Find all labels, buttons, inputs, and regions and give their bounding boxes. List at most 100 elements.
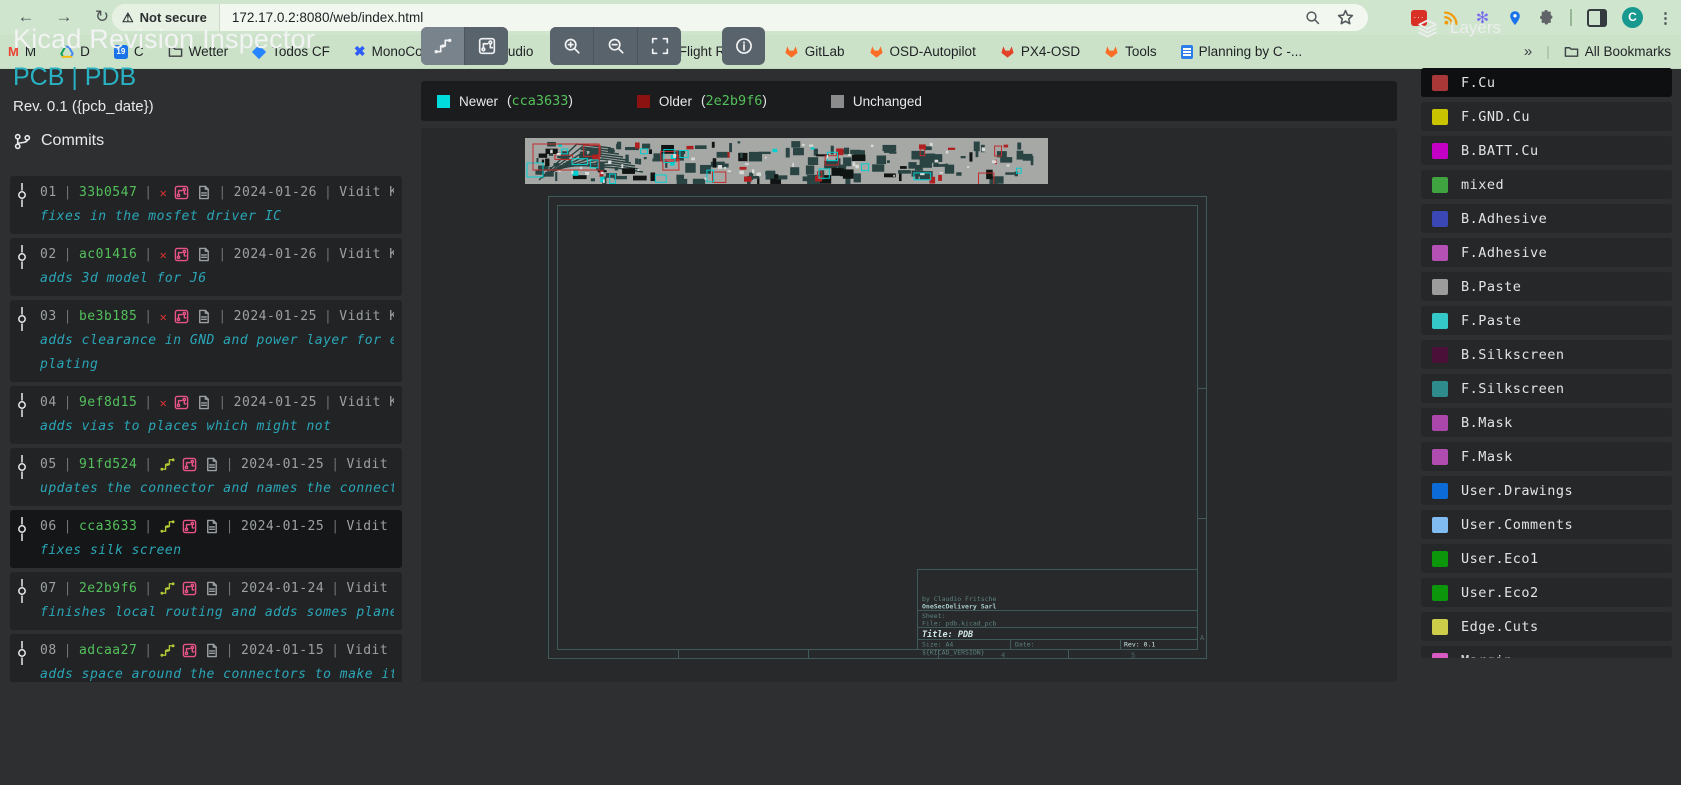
layer-row[interactable]: Edge.Cuts (1421, 612, 1672, 641)
layer-row[interactable]: Margin (1421, 646, 1672, 658)
pcb-icon[interactable] (182, 519, 197, 534)
all-bookmarks-label: All Bookmarks (1585, 44, 1671, 59)
commit-hash[interactable]: be3b185 (79, 309, 137, 324)
zoom-out-button[interactable] (593, 27, 637, 65)
commit-number: 08 (40, 643, 57, 658)
commit-card[interactable]: 06|cca3633||2024-01-25|Vidit Katfixes si… (10, 510, 402, 568)
bookmarks-overflow-chevron[interactable]: » (1524, 43, 1532, 60)
commit-date: 2024-01-25 (234, 309, 317, 324)
layers-list[interactable]: F.Cu F.GND.Cu B.BATT.Cu mixed B.Adhesive F.Ad… (1421, 68, 1672, 658)
commit-node-icon (17, 517, 27, 541)
commit-hash[interactable]: ac01416 (79, 247, 137, 262)
doc-icon[interactable] (196, 185, 211, 200)
info-button[interactable] (722, 27, 765, 65)
legend-hash: cca3633 (512, 93, 569, 109)
bookmark-item[interactable]: GitLab (784, 44, 845, 59)
layer-label: F.Silkscreen (1461, 381, 1565, 397)
extensions-puzzle-icon[interactable] (1538, 9, 1555, 26)
all-bookmarks-button[interactable]: All Bookmarks (1564, 44, 1671, 59)
doc-icon[interactable] (204, 519, 219, 534)
nav-link-pdb[interactable]: PDB (85, 63, 136, 91)
layer-row[interactable]: F.GND.Cu (1421, 102, 1672, 131)
commit-hash[interactable]: adcaa27 (79, 643, 137, 658)
doc-icon[interactable] (204, 581, 219, 596)
url-text[interactable]: 172.17.0.2:8080/web/index.html (232, 10, 1305, 25)
bookmark-item[interactable]: OSD-Autopilot (869, 44, 976, 59)
doc-icon[interactable] (196, 247, 211, 262)
doc-icon[interactable] (204, 643, 219, 658)
pcb-icon[interactable] (182, 457, 197, 472)
pcb-button[interactable] (464, 27, 508, 65)
commit-hash[interactable]: 91fd524 (79, 457, 137, 472)
zoom-in-button[interactable] (550, 27, 593, 65)
layer-row[interactable]: F.Paste (1421, 306, 1672, 335)
pcb-icon[interactable] (174, 247, 189, 262)
layer-row[interactable]: B.Silkscreen (1421, 340, 1672, 369)
diff-button[interactable] (421, 27, 464, 65)
fit-view-button[interactable] (637, 27, 681, 65)
bookmark-item[interactable]: Planning by C -... (1181, 44, 1303, 59)
commit-message: fixes silk screen (40, 543, 394, 558)
commit-card[interactable]: 05|91fd524||2024-01-25|Vidit Katupdates … (10, 448, 402, 506)
layer-row[interactable]: mixed (1421, 170, 1672, 199)
layer-color-swatch (1432, 75, 1448, 91)
commit-hash[interactable]: cca3633 (79, 519, 137, 534)
pcb-canvas[interactable]: by Claudio Fritsche OneSecDelivery Sarl … (421, 128, 1397, 682)
commit-card[interactable]: 01|33b0547|✕|2024-01-26|Vidit Katfixes i… (10, 176, 402, 234)
pcb-icon[interactable] (182, 581, 197, 596)
layer-row[interactable]: User.Eco1 (1421, 544, 1672, 573)
layer-row[interactable]: User.Comments (1421, 510, 1672, 539)
profile-avatar[interactable]: C (1622, 7, 1643, 28)
browser-menu-icon[interactable]: ⋮ (1658, 9, 1673, 27)
commit-message: plating (40, 357, 394, 372)
layer-row[interactable]: B.Paste (1421, 272, 1672, 301)
gitlab-icon (784, 44, 799, 59)
legend-swatch (831, 95, 844, 108)
diff-legend: Newer(cca3633)Older(2e2b9f6)Unchanged (421, 81, 1397, 121)
side-panel-icon[interactable] (1587, 9, 1607, 27)
commit-message: adds space around the connectors to make… (40, 667, 394, 682)
commits-list[interactable]: 01|33b0547|✕|2024-01-26|Vidit Katfixes i… (10, 176, 402, 682)
layer-row[interactable]: B.BATT.Cu (1421, 136, 1672, 165)
commit-hash[interactable]: 33b0547 (79, 185, 137, 200)
doc-icon[interactable] (196, 395, 211, 410)
pcb-icon[interactable] (174, 309, 189, 324)
doc-icon[interactable] (204, 457, 219, 472)
zoom-page-icon[interactable] (1305, 10, 1321, 26)
layer-row[interactable]: F.Silkscreen (1421, 374, 1672, 403)
commit-card[interactable]: 02|ac01416|✕|2024-01-26|Vidit Katadds 3d… (10, 238, 402, 296)
separator: | (226, 581, 234, 596)
doc-icon[interactable] (196, 309, 211, 324)
layer-row[interactable]: User.Drawings (1421, 476, 1672, 505)
zoom-in-icon (563, 37, 581, 55)
commit-author: Vidit Kat (339, 185, 394, 200)
bookmark-item[interactable]: Tools (1104, 44, 1157, 59)
separator: | (64, 247, 72, 262)
layer-row[interactable]: B.Adhesive (1421, 204, 1672, 233)
removed-icon: ✕ (160, 186, 168, 200)
commit-card[interactable]: 07|2e2b9f6||2024-01-24|Vidit Katfinishes… (10, 572, 402, 630)
commit-hash[interactable]: 2e2b9f6 (79, 581, 137, 596)
layer-row[interactable]: F.Cu (1421, 68, 1672, 97)
bookmark-star-icon[interactable] (1337, 9, 1354, 26)
maps-pin-extension-icon[interactable] (1506, 9, 1523, 26)
commit-hash[interactable]: 9ef8d15 (79, 395, 137, 410)
sheet-version: ${KICAD_VERSION} (922, 649, 985, 657)
commit-number: 07 (40, 581, 57, 596)
layer-row[interactable]: F.Adhesive (1421, 238, 1672, 267)
layer-label: B.Mask (1461, 415, 1513, 431)
commit-node-icon (17, 245, 27, 269)
commit-card[interactable]: 04|9ef8d15|✕|2024-01-25|Vidit Katadds vi… (10, 386, 402, 444)
pcb-icon[interactable] (174, 185, 189, 200)
layer-label: B.Paste (1461, 279, 1521, 295)
commit-meta: 02|ac01416|✕|2024-01-26|Vidit Kat (40, 247, 394, 262)
pcb-icon[interactable] (182, 643, 197, 658)
layer-row[interactable]: User.Eco2 (1421, 578, 1672, 607)
layer-row[interactable]: F.Mask (1421, 442, 1672, 471)
layer-row[interactable]: B.Mask (1421, 408, 1672, 437)
commit-card[interactable]: 03|be3b185|✕|2024-01-25|Vidit Katadds cl… (10, 300, 402, 382)
bookmark-item[interactable]: PX4-OSD (1000, 44, 1080, 59)
nav-link-pcb[interactable]: PCB (13, 63, 64, 91)
pcb-icon[interactable] (174, 395, 189, 410)
commit-card[interactable]: 08|adcaa27||2024-01-15|Vidit Katadds spa… (10, 634, 402, 682)
